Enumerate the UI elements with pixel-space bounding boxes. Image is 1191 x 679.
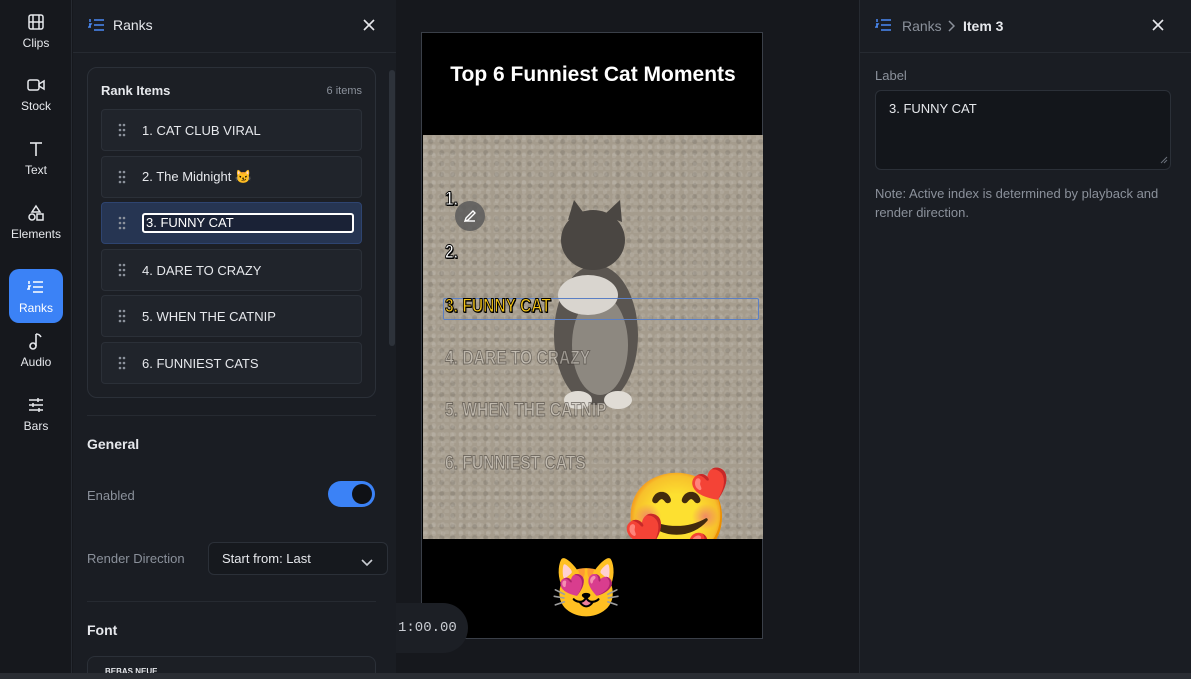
sliders-icon xyxy=(26,395,46,415)
rail-item-text[interactable]: Text xyxy=(9,131,63,185)
film-icon xyxy=(26,12,46,32)
rank-line-active: 3. FUNNY CAT xyxy=(445,296,552,318)
rank-line: 6. FUNNIEST CATS xyxy=(445,453,587,475)
rank-item-label: 2. The Midnight 😼 xyxy=(142,169,252,184)
close-icon[interactable] xyxy=(361,17,377,33)
rail-item-label: Elements xyxy=(10,227,62,241)
ranked-list-icon xyxy=(87,17,106,35)
enabled-label: Enabled xyxy=(87,488,135,503)
rank-item-label: 6. FUNNIEST CATS xyxy=(142,355,259,371)
sticker-heart-eyes-cat-emoji[interactable]: 😻 xyxy=(550,560,622,618)
close-icon[interactable] xyxy=(1150,17,1166,33)
rail-item-label: Stock xyxy=(20,99,51,113)
drag-handle-icon[interactable] xyxy=(102,216,142,230)
bottom-strip xyxy=(0,673,1191,679)
rail-item-bars[interactable]: Bars xyxy=(9,387,63,441)
rank-item[interactable]: 5. WHEN THE CATNIP xyxy=(101,295,362,337)
music-note-icon xyxy=(26,331,46,351)
ranked-list-icon xyxy=(26,277,46,297)
rank-line: 4. DARE TO CRAZY xyxy=(445,348,591,370)
rank-line: 2. xyxy=(445,242,459,264)
rail-item-clips[interactable]: Clips xyxy=(9,4,63,58)
resize-grip-icon[interactable] xyxy=(1160,152,1168,167)
video-scene: 1. 2. 3. FUNNY CAT 4. DARE TO CRAZY 5. W… xyxy=(423,135,763,539)
panel-header: Ranks xyxy=(73,0,396,53)
inspector-header: Ranks Item 3 xyxy=(860,0,1191,53)
divider xyxy=(87,415,376,416)
drag-handle-icon[interactable] xyxy=(102,170,142,184)
breadcrumb-current: Item 3 xyxy=(963,18,1004,34)
rail-item-label: Audio xyxy=(20,355,52,369)
video-camera-icon xyxy=(26,75,46,95)
render-direction-label: Render Direction xyxy=(87,551,185,566)
rank-item-edit-input[interactable]: 3. FUNNY CAT xyxy=(142,213,354,233)
rail-item-label: Ranks xyxy=(18,301,53,315)
rank-item-label: 5. WHEN THE CATNIP xyxy=(142,308,276,324)
font-section-title: Font xyxy=(87,622,118,638)
edit-pencil-icon[interactable] xyxy=(455,201,485,231)
divider xyxy=(87,601,376,602)
render-direction-select[interactable]: Start from: Last xyxy=(208,542,388,575)
label-field-title: Label xyxy=(875,68,907,83)
toggle-knob xyxy=(352,484,372,504)
rail-item-label: Clips xyxy=(22,36,50,50)
rail-item-stock[interactable]: Stock xyxy=(9,67,63,121)
rail-item-label: Text xyxy=(24,163,47,177)
panel-title: Ranks xyxy=(113,17,153,33)
rank-item[interactable]: 1. CAT CLUB VIRAL xyxy=(101,109,362,151)
rank-item-selected[interactable]: 3. FUNNY CAT xyxy=(101,202,362,244)
sticker-blushing-emoji[interactable]: 🥰 xyxy=(623,475,730,539)
rank-line: 5. WHEN THE CATNIP xyxy=(445,400,607,422)
rail-item-label: Bars xyxy=(23,419,49,433)
shapes-icon xyxy=(26,203,46,223)
render-direction-value: Start from: Last xyxy=(222,551,311,566)
rank-item-label: 4. DARE TO CRAZY xyxy=(142,262,262,278)
rank-item[interactable]: 4. DARE TO CRAZY xyxy=(101,249,362,291)
playback-timecode: 1:00.00 xyxy=(396,603,468,653)
enabled-toggle[interactable] xyxy=(328,481,375,507)
drag-handle-icon[interactable] xyxy=(102,309,142,323)
drag-handle-icon[interactable] xyxy=(102,263,142,277)
drag-handle-icon[interactable] xyxy=(102,123,142,137)
text-icon xyxy=(26,139,46,159)
rail-item-elements[interactable]: Elements xyxy=(9,195,63,249)
chevron-down-icon xyxy=(361,554,373,572)
rail-item-ranks[interactable]: Ranks xyxy=(9,269,63,323)
rank-items-title: Rank Items xyxy=(101,83,171,98)
general-section-title: General xyxy=(87,436,140,452)
ranks-panel: Ranks Rank Items 6 items 1. CAT CLUB VIR… xyxy=(73,0,396,679)
left-tool-rail: Clips Stock Text Elements Ranks Audio Ba… xyxy=(0,0,72,679)
rank-item-label: 1. CAT CLUB VIRAL xyxy=(142,122,261,138)
label-textarea-value: 3. FUNNY CAT xyxy=(889,101,977,116)
rail-item-audio[interactable]: Audio xyxy=(9,323,63,377)
inspector-note: Note: Active index is determined by play… xyxy=(875,186,1159,220)
video-preview[interactable]: Top 6 Funniest Cat Moments 1. 2. 3. FUNN… xyxy=(421,32,763,639)
chevron-right-icon xyxy=(947,19,956,37)
ranked-list-icon xyxy=(874,17,893,35)
drag-handle-icon[interactable] xyxy=(102,356,142,370)
item-inspector: Ranks Item 3 Label 3. FUNNY CAT Note: Ac… xyxy=(859,0,1191,679)
rank-item[interactable]: 6. FUNNIEST CATS xyxy=(101,342,362,384)
rank-items-card: Rank Items 6 items 1. CAT CLUB VIRAL 2. … xyxy=(87,67,376,398)
panel-scrollbar[interactable] xyxy=(389,70,395,346)
rank-items-count: 6 items xyxy=(326,85,362,97)
video-title: Top 6 Funniest Cat Moments xyxy=(450,63,736,86)
breadcrumb-ranks[interactable]: Ranks xyxy=(902,18,942,34)
canvas-area: Top 6 Funniest Cat Moments 1. 2. 3. FUNN… xyxy=(396,0,859,679)
label-textarea[interactable]: 3. FUNNY CAT xyxy=(875,90,1171,170)
rank-item[interactable]: 2. The Midnight 😼 xyxy=(101,156,362,198)
